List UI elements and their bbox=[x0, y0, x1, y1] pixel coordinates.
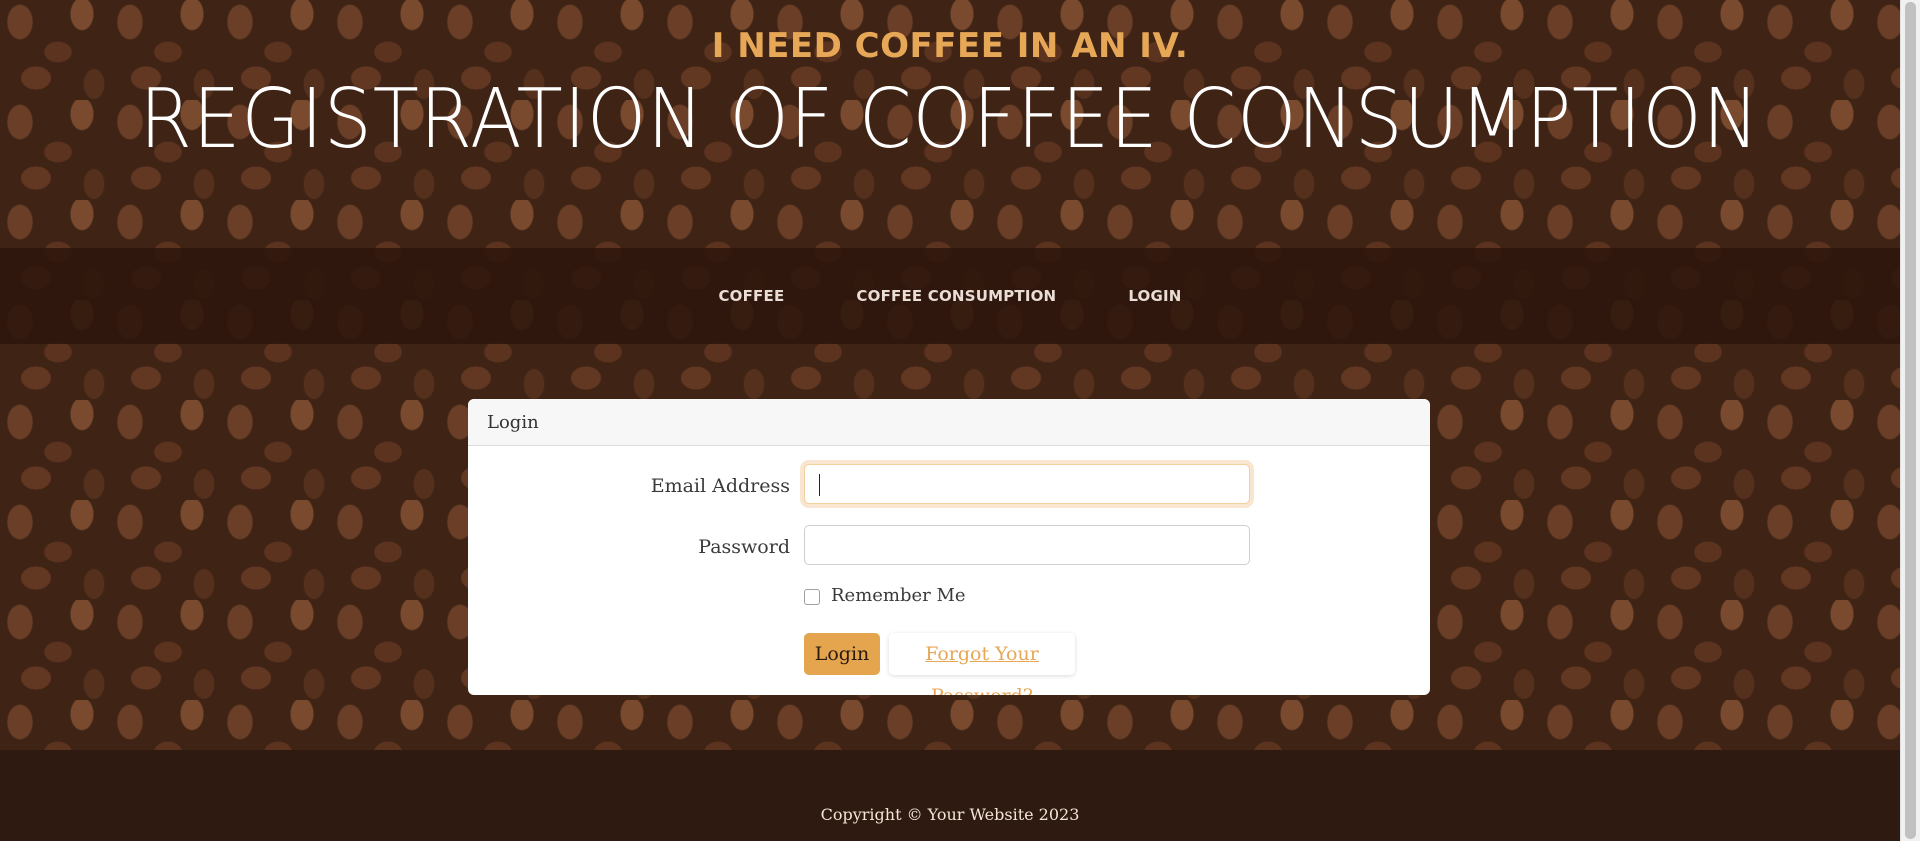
nav-link-coffee[interactable]: COFFEE bbox=[718, 287, 784, 305]
email-row: Email Address bbox=[468, 464, 1430, 508]
site-subheading: I NEED COFFEE IN AN IV. bbox=[711, 26, 1189, 66]
remember-me-checkbox[interactable] bbox=[804, 589, 820, 605]
site-header: I NEED COFFEE IN AN IV. REGISTRATION OF … bbox=[0, 0, 1900, 248]
scrollbar-thumb[interactable] bbox=[1905, 2, 1916, 839]
password-row: Password bbox=[468, 525, 1430, 569]
main-navbar: COFFEE COFFEE CONSUMPTION LOGIN bbox=[0, 248, 1900, 344]
login-card: Login Email Address Password Remember Me… bbox=[468, 399, 1430, 695]
nav-link-login[interactable]: LOGIN bbox=[1128, 287, 1181, 305]
vertical-scrollbar[interactable] bbox=[1900, 0, 1920, 841]
nav-link-coffee-consumption[interactable]: COFFEE CONSUMPTION bbox=[856, 287, 1056, 305]
password-label: Password bbox=[698, 536, 790, 558]
remember-me-label[interactable]: Remember Me bbox=[831, 585, 966, 606]
text-caret bbox=[819, 474, 820, 496]
forgot-password-link[interactable]: Forgot Your Password? bbox=[889, 633, 1075, 695]
login-button[interactable]: Login bbox=[804, 633, 880, 675]
site-heading-text: REGISTRATION OF COFFEE CONSUMPTION bbox=[139, 72, 1761, 167]
login-card-header: Login bbox=[468, 399, 1430, 446]
email-input[interactable] bbox=[804, 464, 1250, 504]
password-input[interactable] bbox=[804, 525, 1250, 565]
site-heading: REGISTRATION OF COFFEE CONSUMPTION bbox=[0, 72, 1900, 167]
footer-copyright: Copyright © Your Website 2023 bbox=[820, 805, 1080, 824]
email-label: Email Address bbox=[650, 475, 790, 497]
site-footer: Copyright © Your Website 2023 bbox=[0, 750, 1900, 841]
